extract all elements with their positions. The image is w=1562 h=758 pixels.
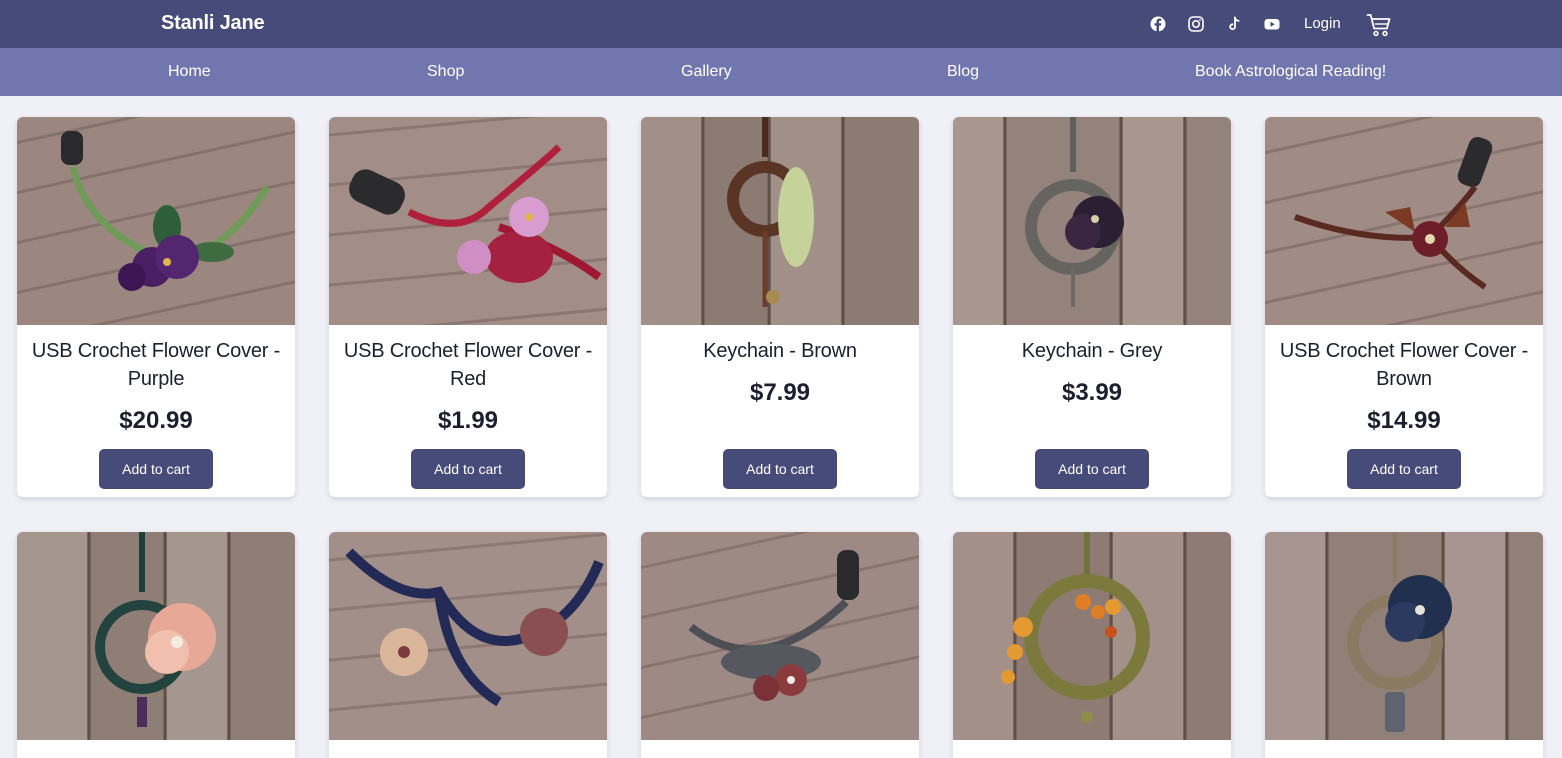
product-image[interactable]: [329, 532, 607, 740]
nav-gallery[interactable]: Gallery: [681, 63, 732, 81]
add-to-cart-button[interactable]: Add to cart: [723, 449, 837, 489]
product-card: Keychain - Brown $7.99 Add to cart: [641, 117, 919, 497]
facebook-icon[interactable]: [1148, 14, 1168, 34]
product-image[interactable]: [1265, 532, 1543, 740]
add-to-cart-button[interactable]: Add to cart: [411, 449, 525, 489]
cart-icon[interactable]: [1366, 12, 1392, 38]
add-to-cart-button[interactable]: Add to cart: [1347, 449, 1461, 489]
product-image[interactable]: [641, 532, 919, 740]
product-card: [641, 532, 919, 758]
product-image-usb-brown[interactable]: [1265, 117, 1543, 325]
product-title[interactable]: USB Crochet Flower Cover - Red: [339, 337, 597, 393]
product-card: USB Crochet Flower Cover - Red $1.99 Add…: [329, 117, 607, 497]
product-price: $3.99: [1061, 379, 1123, 406]
youtube-icon[interactable]: [1262, 14, 1282, 34]
login-link[interactable]: Login: [1304, 15, 1341, 32]
nav-home[interactable]: Home: [168, 63, 211, 81]
nav-book-reading[interactable]: Book Astrological Reading!: [1195, 63, 1386, 81]
product-image[interactable]: [17, 532, 295, 740]
product-card: [329, 532, 607, 758]
top-bar: Stanli Jane Login: [0, 0, 1562, 48]
product-title[interactable]: Keychain - Brown: [651, 337, 909, 365]
add-to-cart-button[interactable]: Add to cart: [99, 449, 213, 489]
brand-name[interactable]: Stanli Jane: [161, 12, 265, 35]
add-to-cart-button[interactable]: Add to cart: [1035, 449, 1149, 489]
product-image-usb-red[interactable]: [329, 117, 607, 325]
tiktok-icon[interactable]: [1224, 14, 1244, 34]
nav-blog[interactable]: Blog: [947, 63, 979, 81]
product-title[interactable]: USB Crochet Flower Cover - Brown: [1275, 337, 1533, 393]
product-title[interactable]: USB Crochet Flower Cover - Purple: [27, 337, 285, 393]
nav-shop[interactable]: Shop: [427, 63, 464, 81]
product-card: USB Crochet Flower Cover - Purple $20.99…: [17, 117, 295, 497]
product-card: USB Crochet Flower Cover - Brown $14.99 …: [1265, 117, 1543, 497]
product-price: $20.99: [119, 407, 193, 434]
product-image-keychain-brown[interactable]: [641, 117, 919, 325]
product-title[interactable]: Keychain - Grey: [963, 337, 1221, 365]
product-price: $14.99: [1367, 407, 1441, 434]
product-price: $7.99: [749, 379, 811, 406]
main-nav: Home Shop Gallery Blog Book Astrological…: [0, 48, 1562, 96]
product-card: [953, 532, 1231, 758]
instagram-icon[interactable]: [1186, 14, 1206, 34]
product-card: [17, 532, 295, 758]
product-price: $1.99: [437, 407, 499, 434]
product-image[interactable]: [953, 532, 1231, 740]
product-image-usb-purple[interactable]: [17, 117, 295, 325]
product-card: [1265, 532, 1543, 758]
product-card: Keychain - Grey $3.99 Add to cart: [953, 117, 1231, 497]
product-image-keychain-grey[interactable]: [953, 117, 1231, 325]
